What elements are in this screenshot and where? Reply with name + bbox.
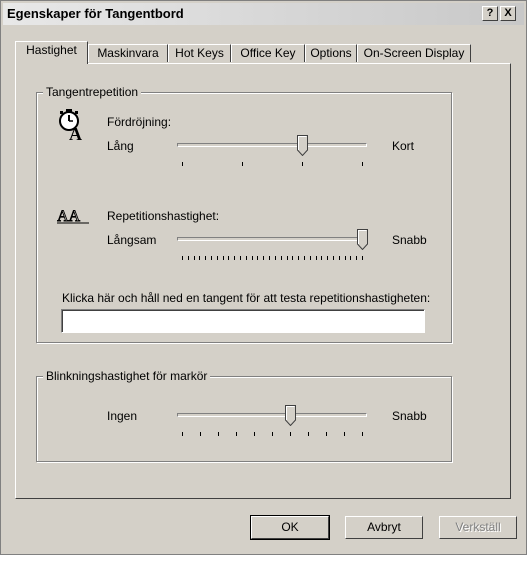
slider-tick bbox=[344, 432, 345, 436]
cancel-button[interactable]: Avbryt bbox=[345, 516, 423, 539]
slider-tick bbox=[350, 256, 351, 260]
slider-tick bbox=[211, 256, 212, 260]
slider-tick bbox=[223, 256, 224, 260]
slider-tick bbox=[275, 256, 276, 260]
slider-thumb[interactable] bbox=[297, 135, 308, 156]
blink-slider-track bbox=[177, 413, 367, 417]
slider-tick bbox=[218, 432, 219, 436]
slider-tick bbox=[302, 162, 303, 166]
slider-tick bbox=[236, 432, 237, 436]
slider-tick bbox=[228, 256, 229, 260]
blink-min-label: Ingen bbox=[107, 409, 138, 423]
cursor-blink-group-label: Blinkningshastighet för markör bbox=[43, 369, 211, 383]
cursor-blink-slider[interactable] bbox=[177, 405, 367, 441]
svg-text:AA: AA bbox=[57, 208, 81, 225]
rate-max-label: Snabb bbox=[392, 233, 427, 247]
cursor-blink-group: Blinkningshastighet för markör Ingen Sna… bbox=[36, 369, 452, 462]
slider-tick bbox=[310, 256, 311, 260]
slider-tick bbox=[287, 256, 288, 260]
delay-max-label: Kort bbox=[392, 139, 415, 153]
window-title: Egenskaper för Tangentbord bbox=[7, 6, 184, 21]
slider-tick bbox=[290, 432, 291, 436]
keyboard-properties-dialog: Egenskaper för Tangentbord ? X Hastighet… bbox=[0, 0, 527, 555]
slider-tick bbox=[242, 162, 243, 166]
slider-tick bbox=[292, 256, 293, 260]
title-bar: Egenskaper för Tangentbord ? X bbox=[3, 3, 524, 25]
slider-tick bbox=[281, 256, 282, 260]
slider-tick bbox=[246, 256, 247, 260]
slider-tick bbox=[200, 432, 201, 436]
slider-thumb[interactable] bbox=[357, 229, 368, 250]
repeat-rate-icon: AA bbox=[57, 208, 89, 225]
slider-tick bbox=[257, 256, 258, 260]
slider-tick bbox=[188, 256, 189, 260]
slider-tick bbox=[356, 256, 357, 260]
slider-tick bbox=[182, 432, 183, 436]
slider-tick bbox=[304, 256, 305, 260]
ok-button[interactable]: OK bbox=[250, 515, 330, 540]
slider-tick bbox=[252, 256, 253, 260]
tab-on-screen-display[interactable]: On-Screen Display bbox=[357, 44, 471, 62]
test-label: Klicka här och håll ned en tangent för a… bbox=[62, 291, 431, 305]
close-button[interactable]: X bbox=[500, 6, 516, 21]
slider-tick bbox=[362, 256, 363, 260]
tab-maskinvara[interactable]: Maskinvara bbox=[88, 44, 168, 62]
apply-button[interactable]: Verkställ bbox=[439, 516, 517, 539]
slider-tick bbox=[199, 256, 200, 260]
slider-tick bbox=[316, 256, 317, 260]
slider-thumb[interactable] bbox=[285, 405, 296, 426]
tab-hastighet[interactable]: Hastighet bbox=[15, 41, 88, 64]
repeat-group: Tangentrepetition A Fördröjning: Lång Ko… bbox=[36, 85, 452, 343]
slider-tick bbox=[345, 256, 346, 260]
delay-slider[interactable] bbox=[177, 135, 367, 171]
help-button[interactable]: ? bbox=[482, 6, 498, 21]
tab-panel-hastighet: Tangentrepetition A Fördröjning: Lång Ko… bbox=[15, 63, 511, 499]
slider-tick bbox=[182, 256, 183, 260]
rate-slider[interactable] bbox=[177, 229, 368, 265]
slider-tick bbox=[333, 256, 334, 260]
slider-tick bbox=[234, 256, 235, 260]
stopwatch-icon: A bbox=[59, 109, 82, 141]
svg-text:A: A bbox=[69, 124, 82, 141]
delay-slider-ticks bbox=[182, 162, 363, 167]
slider-tick bbox=[263, 256, 264, 260]
slider-tick bbox=[362, 162, 363, 166]
rate-slider-track bbox=[177, 237, 367, 241]
rate-slider-ticks bbox=[182, 256, 363, 261]
slider-tick bbox=[298, 256, 299, 260]
slider-tick bbox=[326, 432, 327, 436]
tab-options[interactable]: Options bbox=[305, 44, 357, 62]
tab-office-key[interactable]: Office Key bbox=[231, 44, 305, 62]
slider-tick bbox=[269, 256, 270, 260]
apply-button-label: Verkställ bbox=[455, 520, 501, 534]
slider-tick bbox=[321, 256, 322, 260]
blink-slider-ticks bbox=[182, 432, 363, 437]
blink-max-label: Snabb bbox=[392, 409, 427, 423]
slider-tick bbox=[194, 256, 195, 260]
slider-tick bbox=[339, 256, 340, 260]
delay-slider-track bbox=[177, 143, 367, 147]
slider-tick bbox=[362, 432, 363, 436]
slider-tick bbox=[254, 432, 255, 436]
slider-tick bbox=[217, 256, 218, 260]
rate-min-label: Långsam bbox=[107, 233, 157, 247]
slider-tick bbox=[205, 256, 206, 260]
rate-label: Repetitionshastighet: bbox=[107, 209, 220, 223]
slider-tick bbox=[240, 256, 241, 260]
slider-tick bbox=[272, 432, 273, 436]
delay-label: Fördröjning: bbox=[107, 115, 172, 129]
delay-min-label: Lång bbox=[107, 139, 134, 153]
slider-tick bbox=[308, 432, 309, 436]
repeat-test-input[interactable] bbox=[61, 309, 425, 333]
repeat-group-label: Tangentrepetition bbox=[43, 85, 142, 99]
slider-tick bbox=[182, 162, 183, 166]
slider-tick bbox=[327, 256, 328, 260]
tab-hot-keys[interactable]: Hot Keys bbox=[168, 44, 231, 62]
